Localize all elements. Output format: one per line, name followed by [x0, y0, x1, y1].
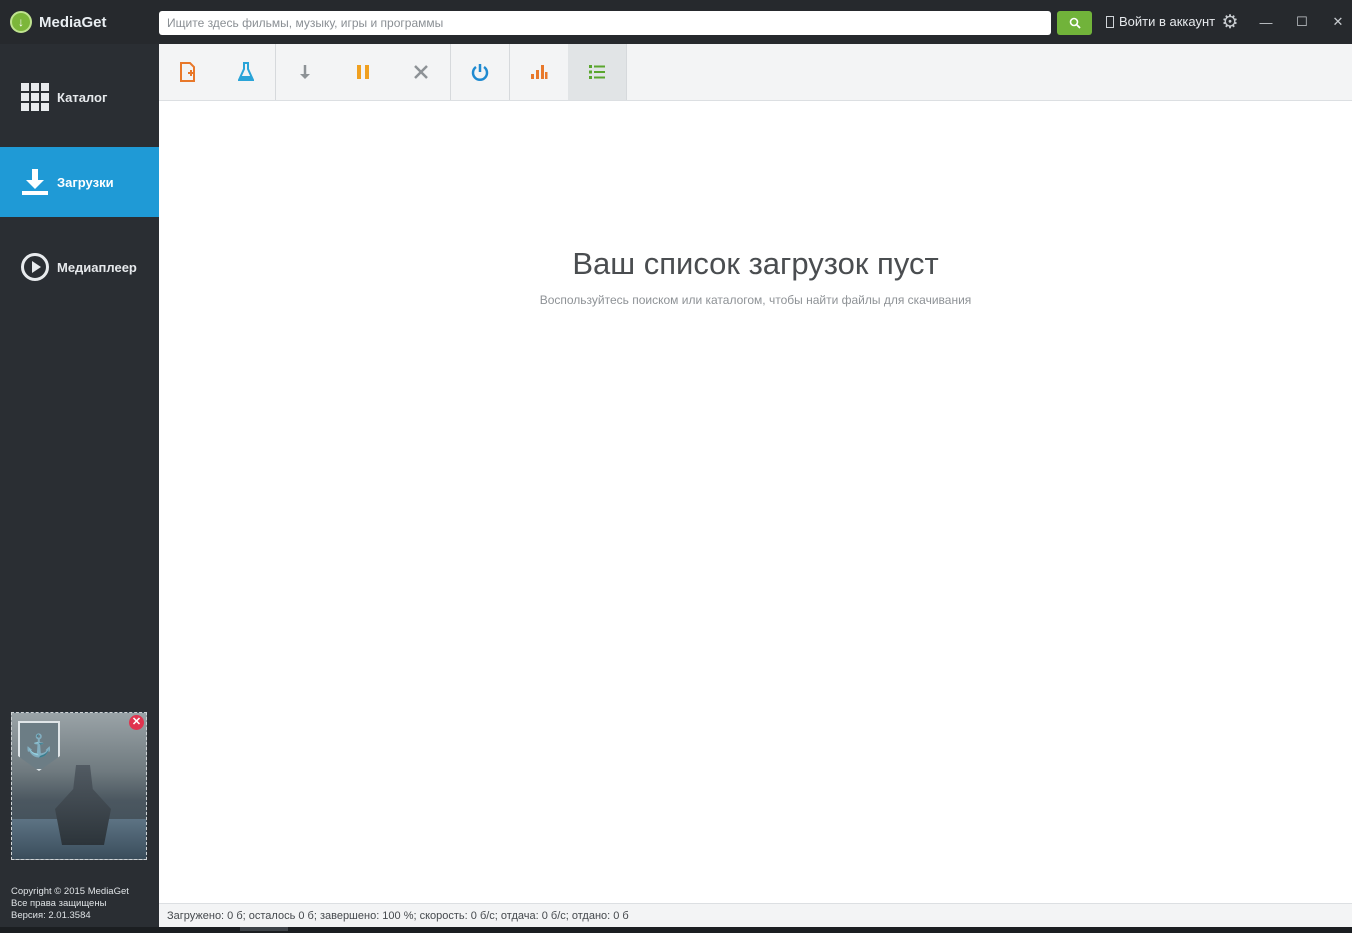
pause-icon [357, 65, 369, 79]
search-icon [1069, 17, 1081, 29]
downloads-panel: Ваш список загрузок пуст Воспользуйтесь … [159, 101, 1352, 903]
delete-button[interactable] [392, 44, 450, 100]
app-title: MediaGet [39, 13, 107, 31]
app-logo: ↓ MediaGet [10, 11, 107, 33]
sidebar-item-mediaplayer[interactable]: Медиаплеер [0, 232, 159, 302]
close-button[interactable]: ✕ [1324, 8, 1352, 36]
toolbar [159, 44, 1352, 101]
search-box[interactable] [159, 11, 1051, 35]
sidebar-item-label: Загрузки [57, 174, 114, 190]
bar-chart-icon [531, 65, 548, 79]
version-line: Версия: 2.01.3584 [11, 910, 91, 921]
sidebar-item-downloads[interactable]: Загрузки [0, 147, 159, 217]
minimize-button[interactable]: — [1252, 8, 1280, 36]
power-button[interactable] [451, 44, 509, 100]
scrollbar[interactable] [240, 927, 288, 931]
add-file-button[interactable] [159, 44, 217, 100]
bottom-edge [0, 927, 1352, 933]
download-button[interactable] [276, 44, 334, 100]
download-icon [20, 167, 50, 197]
search-input[interactable] [159, 11, 1051, 35]
maximize-button[interactable]: ☐ [1288, 8, 1316, 36]
anchor-icon: ⚓ [18, 721, 60, 771]
sidebar-item-label: Медиаплеер [57, 259, 137, 275]
flask-icon [238, 62, 254, 81]
download-arrow-icon [300, 65, 310, 79]
search-button[interactable] [1057, 11, 1092, 35]
list-icon [589, 65, 605, 79]
copyright-line: Все права защищены [11, 898, 107, 909]
empty-state-title: Ваш список загрузок пуст [572, 246, 939, 281]
ad-banner[interactable]: ⚓ ✕ [11, 712, 147, 860]
gear-icon[interactable]: ⚙ [1220, 12, 1240, 32]
title-bar: ↓ MediaGet Войти в аккаунт ⚙ — ☐ ✕ [0, 0, 1352, 44]
status-bar: Загружено: 0 б; осталось 0 б; завершено:… [159, 903, 1352, 927]
empty-state-subtitle: Воспользуйтесь поиском или каталогом, чт… [539, 293, 972, 307]
login-link[interactable]: Войти в аккаунт [1106, 14, 1215, 29]
stats-button[interactable] [510, 44, 568, 100]
sidebar-item-catalog[interactable]: Каталог [0, 62, 159, 132]
toolbar-separator [626, 44, 627, 100]
play-icon [20, 252, 50, 282]
login-label: Войти в аккаунт [1119, 14, 1216, 29]
power-icon [471, 64, 489, 81]
sidebar-item-label: Каталог [57, 89, 108, 105]
door-icon [1106, 15, 1114, 28]
copyright-line: Copyright © 2015 MediaGet [11, 886, 129, 897]
grid-icon [20, 82, 50, 112]
flask-button[interactable] [217, 44, 275, 100]
list-view-button[interactable] [568, 44, 626, 100]
copyright: Copyright © 2015 MediaGet Все права защи… [11, 886, 129, 922]
pause-button[interactable] [334, 44, 392, 100]
sidebar: Каталог Загрузки Медиаплеер ⚓ ✕ Copyrigh… [0, 44, 159, 933]
close-icon [414, 65, 428, 79]
ad-close-icon[interactable]: ✕ [129, 715, 144, 730]
add-file-icon [180, 62, 195, 82]
download-arrow-icon: ↓ [10, 11, 32, 33]
